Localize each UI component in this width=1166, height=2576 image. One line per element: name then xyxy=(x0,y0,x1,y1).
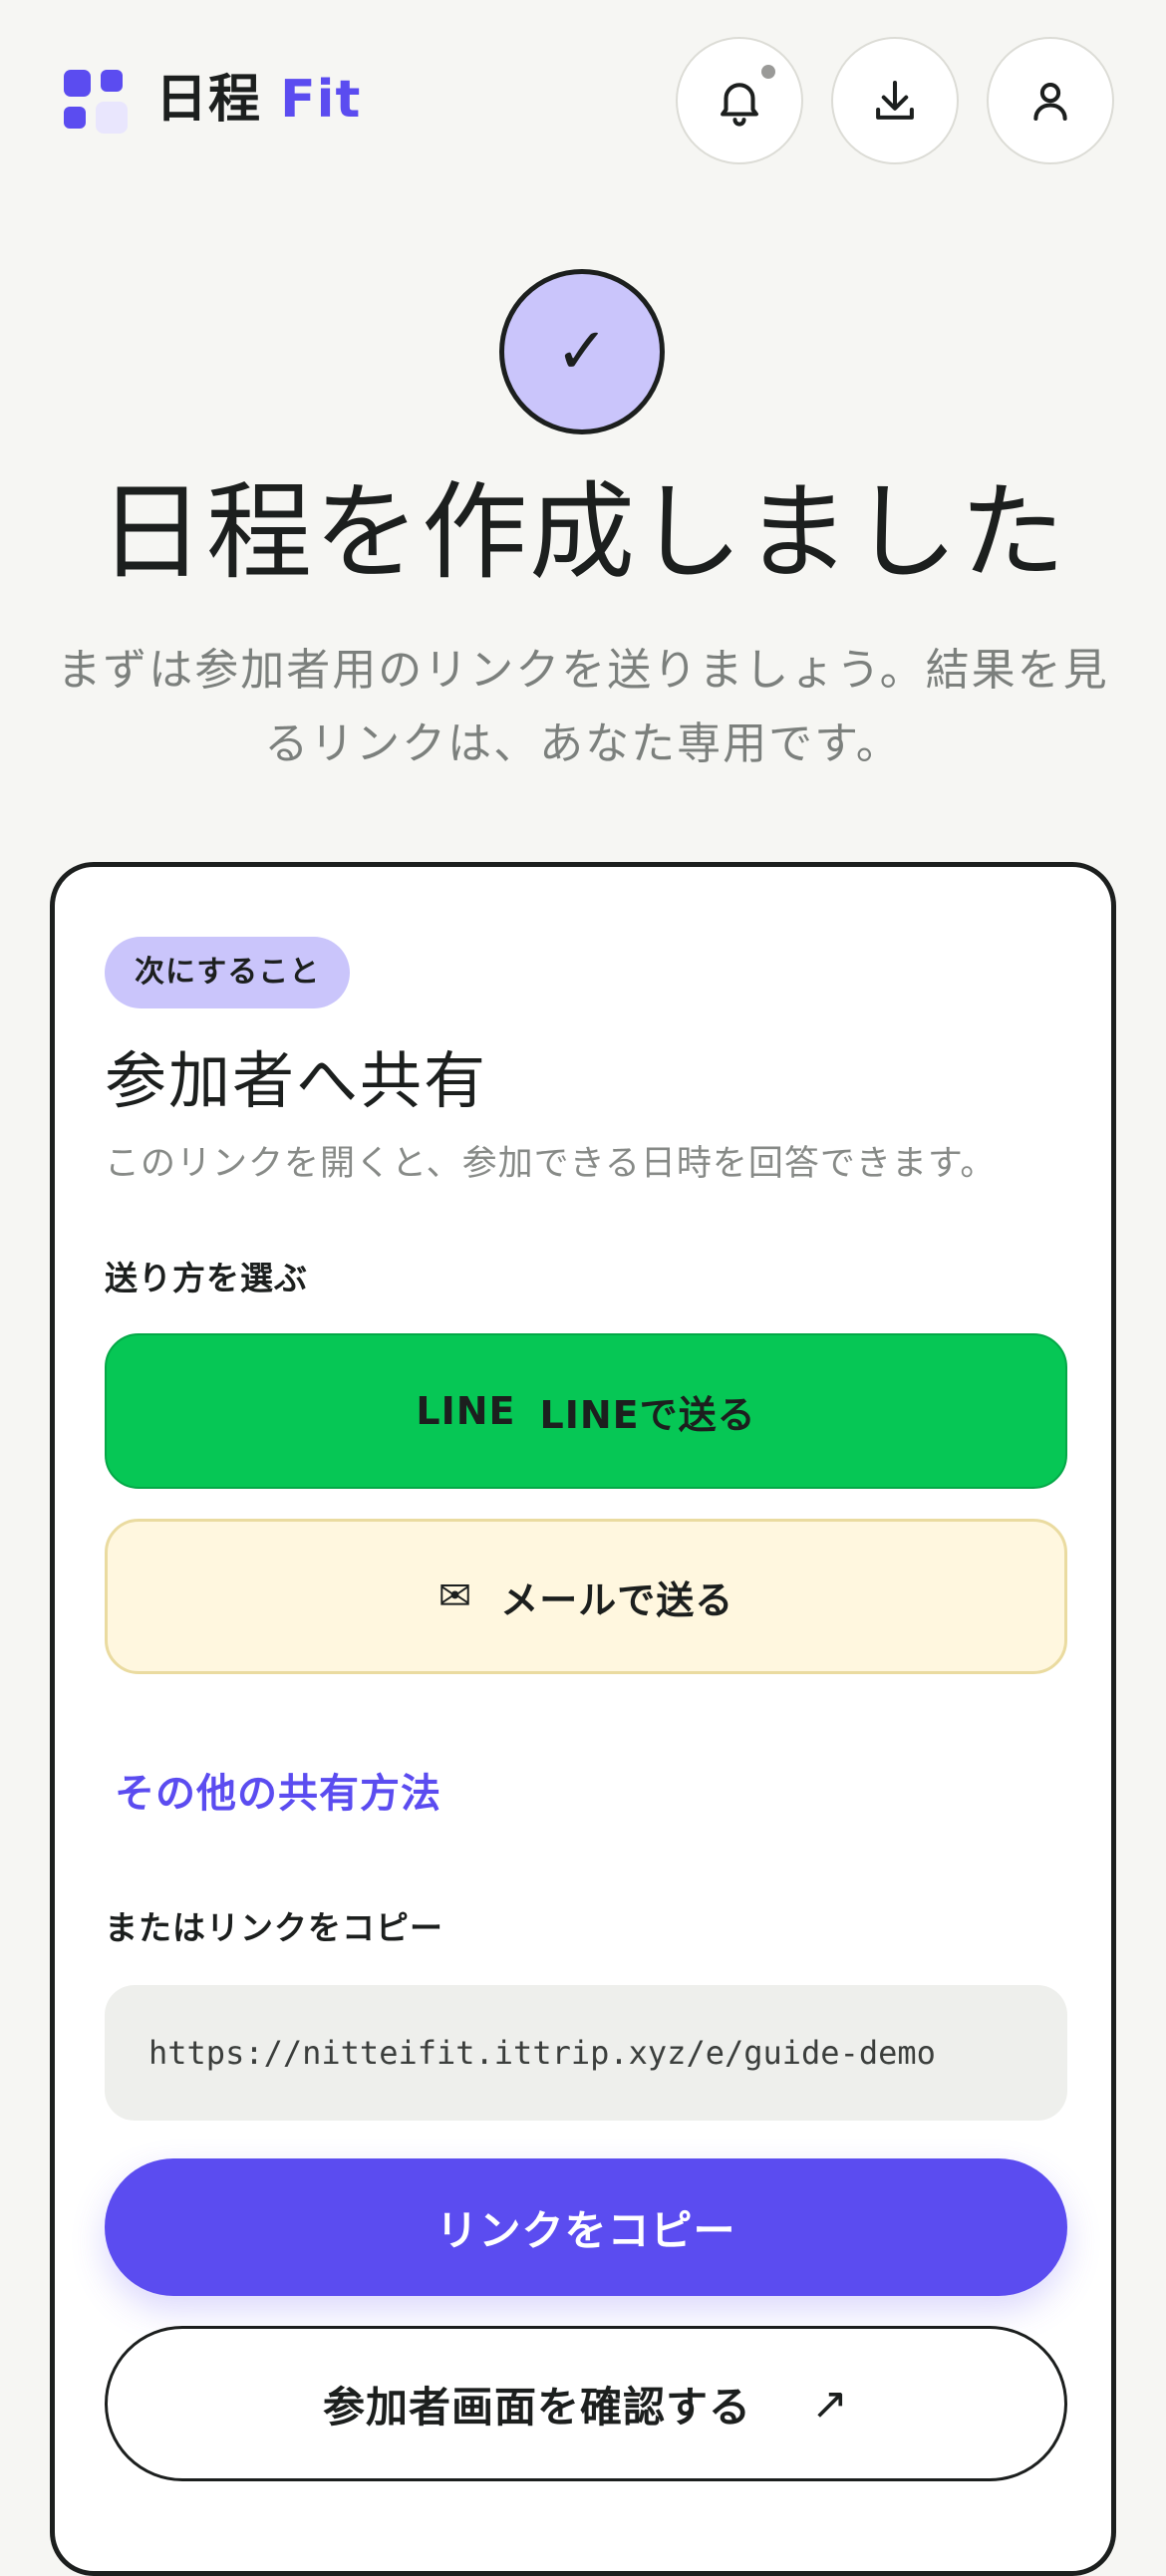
download-icon xyxy=(876,80,914,120)
copy-link-label-text: リンクをコピー xyxy=(436,2205,736,2255)
bell-icon xyxy=(721,83,758,127)
more-share-options-link[interactable]: その他の共有方法 xyxy=(115,1764,441,1824)
line-icon: LINE xyxy=(416,1389,516,1433)
share-card: 次にすること 参加者へ共有 このリンクを開くと、参加できる日時を回答できます。 … xyxy=(50,862,1116,2576)
check-glyph: ✓ xyxy=(555,315,609,389)
send-line-label: LINEで送る xyxy=(539,1392,756,1437)
brand-name-en: Fit xyxy=(280,70,362,130)
next-step-badge: 次にすること xyxy=(105,937,351,1008)
card-description: このリンクを開くと、参加できる日時を回答できます。 xyxy=(105,1144,997,1184)
copy-link-label: またはリンクをコピー xyxy=(105,1908,443,1947)
copy-link-button[interactable]: リンクをコピー xyxy=(105,2158,1067,2296)
account-button[interactable] xyxy=(987,37,1114,164)
page-subtitle: まずは参加者用のリンクを送りましょう。結果を見るリンクは、あなた専用です。 xyxy=(57,645,1109,769)
mail-icon: ✉ xyxy=(437,1574,473,1619)
external-link-icon: ↗ xyxy=(811,2378,849,2430)
user-icon xyxy=(1033,83,1067,122)
brand-name[interactable]: 日程 Fit xyxy=(155,64,361,136)
send-line-button[interactable]: LINE LINEで送る xyxy=(105,1333,1067,1489)
send-mail-label: メールで送る xyxy=(500,1577,734,1622)
send-mail-button[interactable]: ✉ メールで送る xyxy=(105,1519,1067,1674)
share-url-text: https://nitteifit.ittrip.xyz/e/guide-dem… xyxy=(148,2034,936,2072)
page-title: 日程を作成しました xyxy=(99,471,1067,594)
view-participant-page-button[interactable]: 参加者画面を確認する ↗ xyxy=(105,2326,1067,2481)
view-participant-page-label: 参加者画面を確認する xyxy=(323,2382,752,2432)
success-check-icon: ✓ xyxy=(499,269,665,434)
share-url-field[interactable]: https://nitteifit.ittrip.xyz/e/guide-dem… xyxy=(105,1985,1067,2121)
send-method-label: 送り方を選ぶ xyxy=(105,1259,308,1297)
download-button[interactable] xyxy=(831,37,959,164)
brand-name-ja: 日程 xyxy=(155,70,262,130)
notification-dot xyxy=(761,65,775,79)
app-header: 日程 Fit xyxy=(0,0,1166,199)
app-logo-icon[interactable] xyxy=(64,70,128,134)
card-title: 参加者へ共有 xyxy=(105,1044,488,1117)
notifications-button[interactable] xyxy=(676,37,803,164)
